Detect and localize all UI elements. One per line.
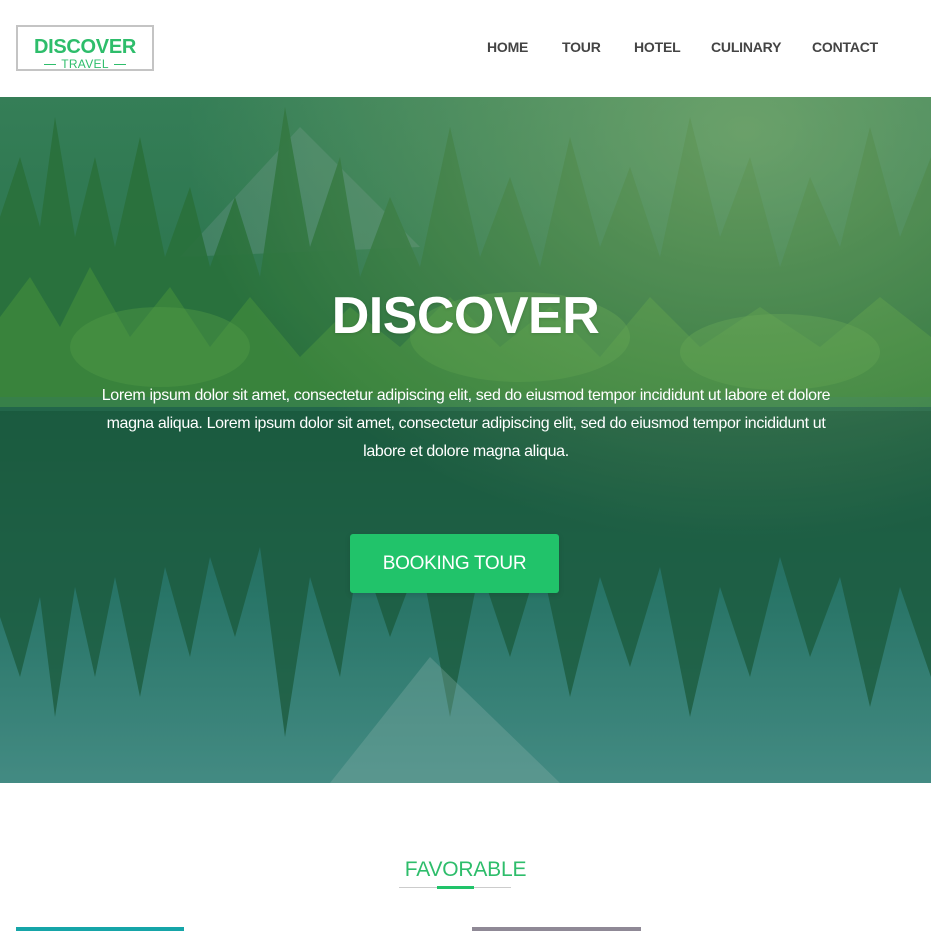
logo-name: DISCOVER (33, 36, 137, 58)
hero-section: DISCOVER Lorem ipsum dolor sit amet, con… (0, 97, 931, 783)
nav-item-contact[interactable]: CONTACT (812, 38, 878, 56)
logo-tagline-row: TRAVEL (18, 58, 152, 70)
favorable-card-1[interactable] (16, 927, 184, 931)
booking-tour-button[interactable]: BOOKING TOUR (350, 534, 559, 593)
hero-description: Lorem ipsum dolor sit amet, consectetur … (101, 387, 831, 460)
nav-item-home[interactable]: HOME (487, 38, 528, 56)
nav-item-culinary[interactable]: CULINARY (711, 38, 781, 56)
site-header: DISCOVER TRAVEL HOME TOUR HOTEL CULINARY… (0, 0, 931, 97)
hero-title: DISCOVER (331, 287, 600, 345)
logo-tagline: TRAVEL (61, 57, 109, 71)
section-title-accent (437, 886, 474, 889)
site-logo[interactable]: DISCOVER TRAVEL (16, 25, 154, 71)
nav-item-hotel[interactable]: HOTEL (634, 38, 681, 56)
nav-item-tour[interactable]: TOUR (562, 38, 601, 56)
logo-divider-left (44, 63, 57, 65)
favorable-card-2[interactable] (472, 927, 641, 931)
logo-divider-right (113, 63, 126, 65)
section-title-favorable: FAVORABLE (404, 858, 527, 881)
